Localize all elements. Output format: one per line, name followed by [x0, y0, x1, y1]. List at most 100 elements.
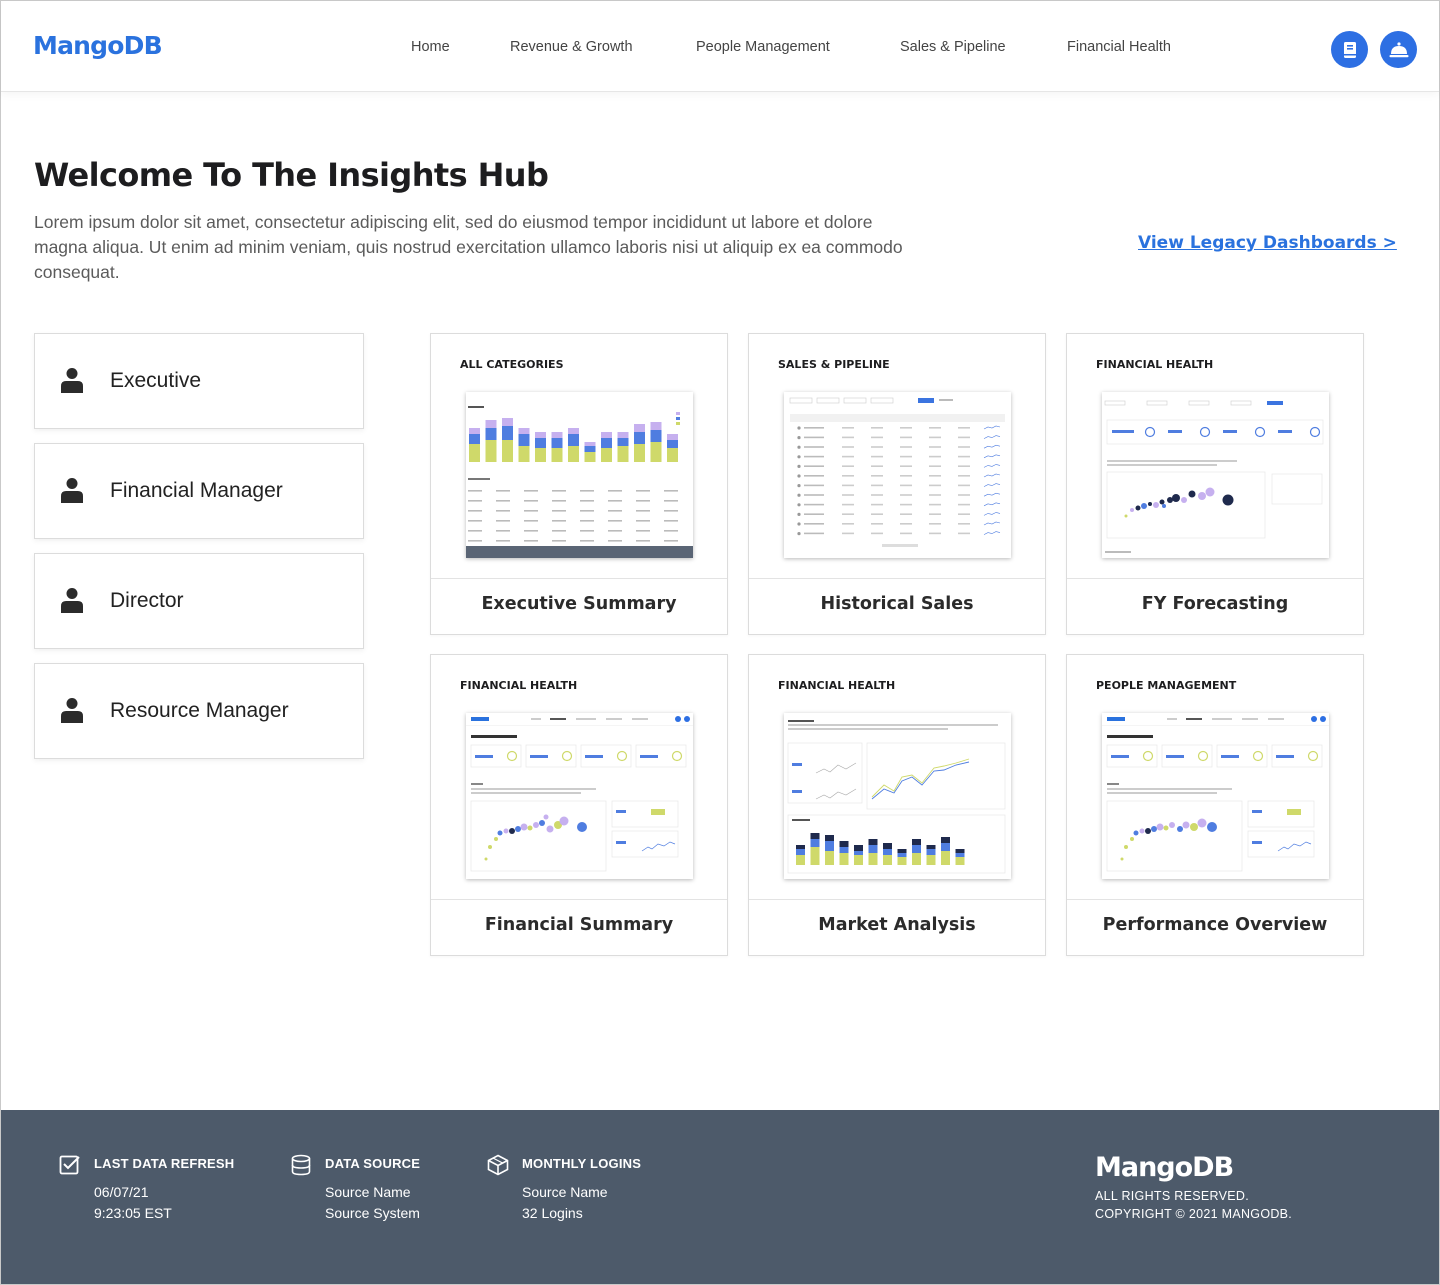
intro-text: Lorem ipsum dolor sit amet, consectetur … [34, 212, 903, 282]
thumb-sparkline [983, 473, 1001, 478]
nav-people-management[interactable]: People Management [696, 39, 830, 55]
thumb-table-cell [929, 484, 941, 487]
thumb-bar-segment [868, 845, 878, 853]
dashboard-card-performance-overview[interactable]: PEOPLE MANAGEMENT Performance Overview [1066, 654, 1364, 956]
thumb-sparkline [983, 444, 1001, 449]
thumb-table-cell [636, 510, 650, 512]
card-title: Executive Summary [481, 594, 677, 614]
thumb-bar-segment [796, 845, 805, 849]
thumb-bar-segment [868, 839, 878, 845]
thumb-table-cell [842, 465, 854, 467]
service-bell-icon [1389, 41, 1408, 57]
thumb-bar-segment [584, 452, 596, 462]
thumb-sparkline [983, 502, 1001, 507]
nav-sales-pipeline[interactable]: Sales & Pipeline [900, 39, 1006, 55]
footer-rights: ALL RIGHTS RESERVED. [1095, 1189, 1249, 1203]
thumb-kpi-ring [506, 750, 518, 762]
thumb-table-cell [958, 513, 970, 515]
thumb-bar-segment [796, 849, 805, 855]
thumb-kpi-ring [671, 750, 683, 762]
thumb-bar-segment [634, 432, 645, 444]
thumb-table-cell [496, 540, 510, 542]
dashboard-card-executive-summary[interactable]: ALL CATEGORIES Executive Summary [430, 333, 728, 635]
thumb-table-cell [900, 523, 912, 525]
role-financial-manager[interactable]: Financial Manager [34, 443, 364, 539]
thumb-row-marker [797, 474, 801, 478]
thumb-table-cell [842, 494, 854, 496]
dashboard-thumbnail [466, 392, 693, 558]
thumb-bubble [1130, 837, 1134, 841]
source-system: Source System [325, 1205, 420, 1221]
thumb-bar-segment [810, 833, 820, 839]
role-resource-manager[interactable]: Resource Manager [34, 663, 364, 759]
thumb-kpi-value [1276, 755, 1294, 758]
checkbox-icon [59, 1155, 80, 1175]
thumb-row-marker [797, 464, 801, 468]
nav-home[interactable]: Home [411, 39, 450, 55]
thumb-table-cell [842, 513, 854, 515]
thumb-table-cell [871, 436, 883, 439]
nav-financial-health[interactable]: Financial Health [1067, 39, 1171, 55]
thumb-bar-segment [825, 851, 834, 865]
person-icon [61, 478, 83, 503]
dashboard-card-market-analysis[interactable]: FINANCIAL HEALTH Market Analysis [748, 654, 1046, 956]
thumb-bar-segment [535, 438, 546, 448]
brand-logo[interactable]: MangoDB [33, 31, 163, 60]
thumb-table-cell [552, 540, 566, 542]
thumb-bar-segment [551, 448, 563, 462]
thumb-table-cell [804, 446, 824, 448]
thumb-table-cell [608, 530, 622, 532]
thumb-kpi-ring [1142, 750, 1154, 762]
nav-revenue-growth[interactable]: Revenue & Growth [510, 39, 633, 55]
role-label: Executive [110, 369, 202, 392]
thumb-bar-segment [518, 428, 530, 434]
role-executive[interactable]: Executive [34, 333, 364, 429]
thumb-bubble [1130, 508, 1134, 512]
source-name: Source Name [325, 1184, 411, 1200]
thumb-bar-segment [650, 430, 662, 442]
thumb-sparkline [983, 425, 1001, 430]
thumb-row-marker [797, 512, 801, 516]
thumb-bar-segment [667, 434, 678, 440]
thumb-bar-segment [926, 845, 936, 849]
thumb-table-cell [636, 490, 650, 492]
thumb-bubble [1205, 487, 1215, 497]
card-divider [431, 899, 727, 900]
thumb-table-cell [804, 503, 824, 506]
thumb-kpi-value [1221, 755, 1239, 758]
card-divider [749, 899, 1045, 900]
dashboard-card-historical-sales[interactable]: SALES & PIPELINE Historical Sales [748, 333, 1046, 635]
service-button[interactable] [1380, 31, 1417, 68]
thumb-table-cell [900, 446, 912, 448]
docs-button[interactable] [1331, 31, 1368, 68]
footer-copyright: COPYRIGHT © 2021 MANGODB. [1095, 1207, 1293, 1221]
role-label: Director [110, 589, 184, 612]
logins-source-name: Source Name [522, 1184, 608, 1200]
thumb-bar-segment [551, 438, 563, 448]
dashboard-card-financial-summary[interactable]: FINANCIAL HEALTH Financial Summary [430, 654, 728, 956]
thumb-bubble [1159, 499, 1165, 505]
thumb-bubble [484, 857, 488, 861]
thumb-bubble [1151, 826, 1157, 832]
thumb-table-cell [552, 530, 566, 532]
thumb-table-cell [580, 500, 594, 502]
refresh-date: 06/07/21 [94, 1184, 149, 1200]
page-title: Welcome To The Insights Hub [34, 156, 549, 194]
role-director[interactable]: Director [34, 553, 364, 649]
thumb-bubble [1182, 821, 1190, 829]
card-category: FINANCIAL HEALTH [460, 679, 578, 692]
role-label: Financial Manager [110, 479, 283, 502]
thumb-table-cell [871, 494, 883, 496]
thumb-bar-segment [941, 837, 950, 843]
database-icon [291, 1154, 311, 1176]
thumb-bar-segment [535, 432, 546, 438]
thumb-bar-segment [617, 438, 629, 446]
thumb-bar-segment [535, 448, 546, 462]
thumb-table-cell [804, 436, 824, 439]
thumb-table-cell [871, 484, 883, 487]
dashboard-card-fy-forecasting[interactable]: FINANCIAL HEALTH FY Forecasting [1066, 333, 1364, 635]
thumb-table-cell [636, 520, 650, 522]
thumb-table-cell [958, 455, 970, 458]
view-legacy-dashboards-link[interactable]: View Legacy Dashboards > [1138, 233, 1397, 253]
thumb-table-cell [608, 510, 622, 512]
